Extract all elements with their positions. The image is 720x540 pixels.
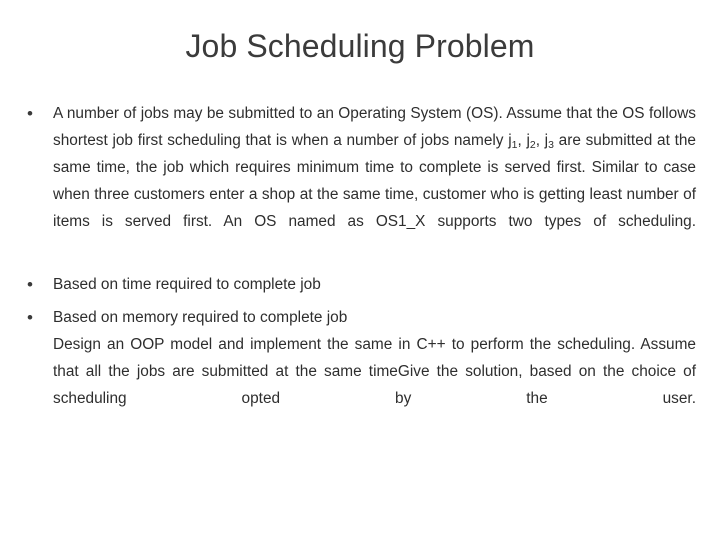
slide-body: • A number of jobs may be submitted to a… — [24, 100, 696, 439]
slide: Job Scheduling Problem • A number of job… — [0, 0, 720, 540]
list-item: • Based on time required to complete job — [24, 271, 696, 298]
job-separator-2: , j — [535, 132, 549, 149]
page-title: Job Scheduling Problem — [185, 28, 535, 64]
list-item: • A number of jobs may be submitted to a… — [24, 100, 696, 262]
list-item-text: A number of jobs may be submitted to an … — [53, 100, 696, 262]
bullet-icon: • — [27, 275, 33, 294]
bullet-icon: • — [27, 104, 33, 123]
closing-paragraph: Design an OOP model and implement the sa… — [24, 331, 696, 439]
job-separator-1: , j — [517, 132, 530, 149]
list-item-text: Based on time required to complete job — [53, 276, 321, 293]
bullet-icon: • — [27, 308, 33, 327]
list-item-text: Based on memory required to complete job — [53, 309, 348, 326]
list-item: • Based on memory required to complete j… — [24, 304, 696, 331]
